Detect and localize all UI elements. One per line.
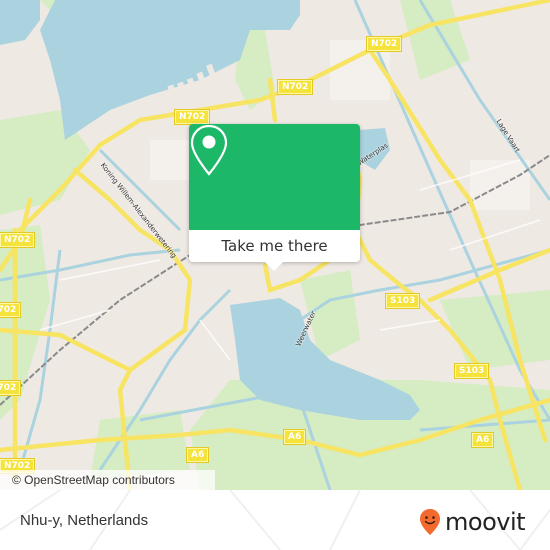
brand-name: moovit bbox=[445, 508, 526, 536]
take-me-there-button[interactable]: Take me there bbox=[189, 230, 360, 262]
map-attribution[interactable]: © OpenStreetMap contributors bbox=[0, 470, 215, 490]
moovit-logo[interactable]: moovit bbox=[418, 508, 526, 536]
road-shield-n702: N702 bbox=[175, 110, 210, 124]
road-shield-n702: N702 bbox=[0, 303, 21, 317]
road-shield-n702: N702 bbox=[0, 381, 21, 395]
location-popup: Take me there bbox=[189, 124, 360, 271]
road-shield-s103: S103 bbox=[386, 294, 420, 308]
road-shield-n702: N702 bbox=[278, 80, 313, 94]
map-view[interactable]: N702 N702 N702 N702 N702 N702 N702 S103 … bbox=[0, 0, 550, 490]
footer-bar: Nhu-y, Netherlands moovit bbox=[0, 490, 550, 550]
road-shield-n702: N702 bbox=[367, 37, 402, 51]
road-shield-a6: A6 bbox=[284, 430, 306, 444]
place-name: Nhu-y, Netherlands bbox=[20, 512, 149, 529]
road-shield-n702: N702 bbox=[0, 233, 35, 247]
road-shield-a6: A6 bbox=[187, 448, 209, 462]
popup-header bbox=[189, 124, 360, 230]
moovit-smiley-pin-icon bbox=[420, 509, 440, 535]
popup-pointer bbox=[263, 260, 285, 271]
road-shield-a6: A6 bbox=[472, 433, 494, 447]
road-shield-s103: S103 bbox=[455, 364, 489, 378]
location-pin-icon bbox=[190, 124, 228, 176]
